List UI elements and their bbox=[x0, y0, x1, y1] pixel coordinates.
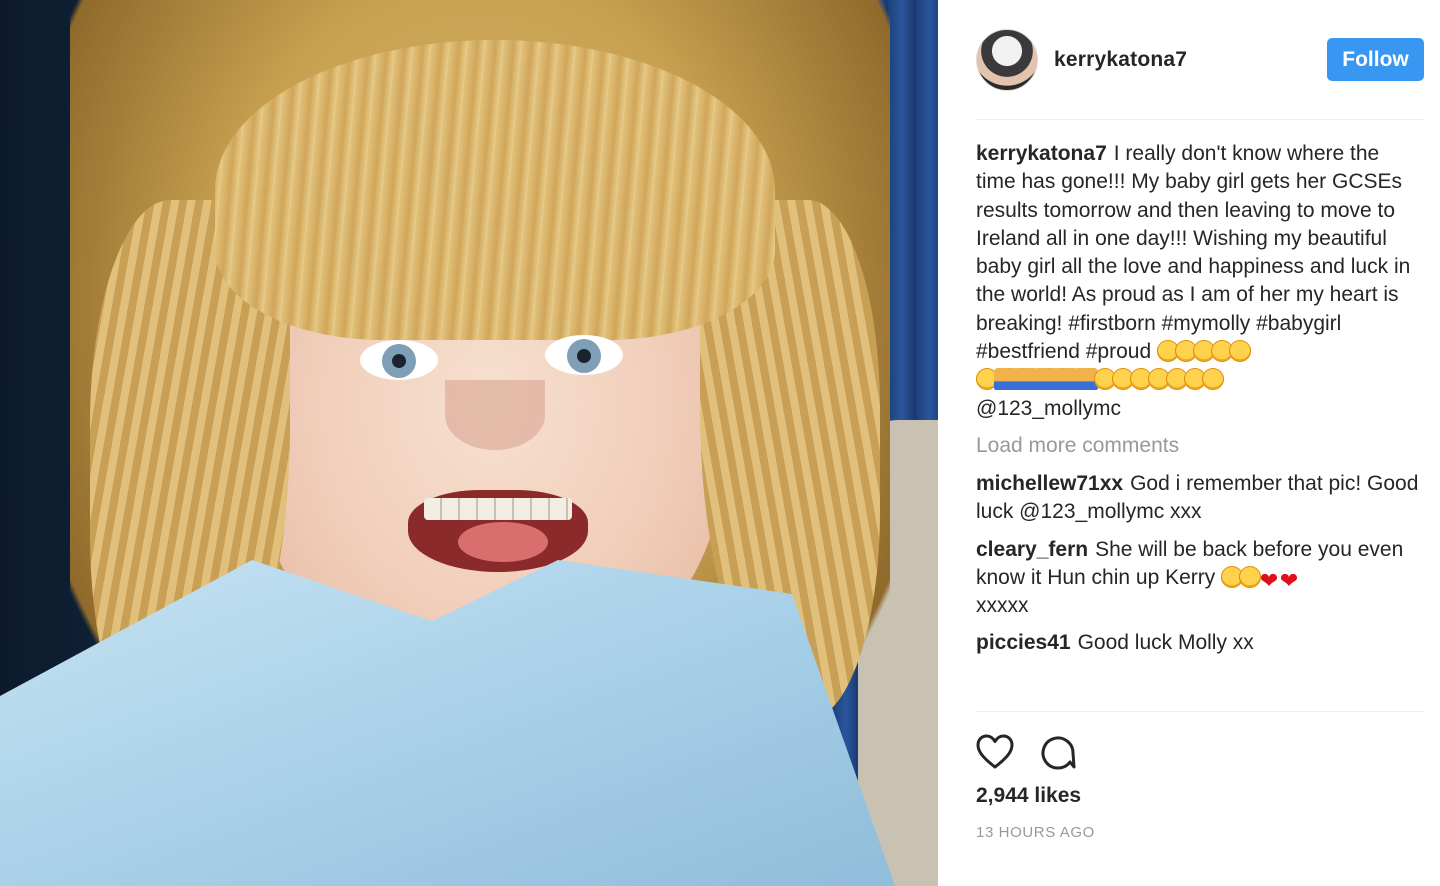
comment: piccies41 Good luck Molly xx bbox=[976, 629, 1424, 657]
comment: michellew71xx God i remember that pic! Go… bbox=[976, 470, 1424, 527]
author-username[interactable]: kerrykatona7 bbox=[1054, 48, 1187, 72]
post-sidebar: kerrykatona7 Follow kerrykatona7 I really… bbox=[938, 0, 1440, 886]
caption-username[interactable]: kerrykatona7 bbox=[976, 142, 1107, 165]
kiss-emoji-icon bbox=[1228, 340, 1251, 363]
like-count[interactable]: 2,944 likes bbox=[976, 784, 1424, 808]
child-nose bbox=[445, 380, 545, 450]
speech-bubble-icon[interactable] bbox=[1040, 734, 1076, 770]
comment-text: Good luck Molly xx bbox=[1077, 631, 1254, 655]
caption-emoji-line-1 bbox=[1156, 340, 1251, 363]
comment-username[interactable]: cleary_fern bbox=[976, 538, 1088, 561]
timestamp[interactable]: 13 HOURS AGO bbox=[976, 824, 1424, 841]
follow-button[interactable]: Follow bbox=[1327, 38, 1424, 81]
comment-text-tail: xxxxx bbox=[976, 594, 1029, 618]
caption-mention[interactable]: @123_mollymc bbox=[976, 397, 1121, 420]
author-avatar[interactable] bbox=[976, 28, 1038, 91]
child-eye-right bbox=[545, 335, 623, 375]
comment-emojis: ❤❤ bbox=[1221, 565, 1298, 591]
child-eye-left bbox=[360, 340, 438, 380]
caption: kerrykatona7 I really don't know where th… bbox=[976, 140, 1424, 423]
comment: cleary_fern She will be back before you e… bbox=[976, 536, 1424, 621]
heart-outline-icon[interactable] bbox=[976, 734, 1014, 770]
comments-list[interactable]: kerrykatona7 I really don't know where th… bbox=[976, 140, 1424, 712]
comment-cut-off bbox=[976, 667, 1424, 677]
comment-username[interactable]: piccies41 bbox=[976, 631, 1071, 654]
kiss-emoji-icon bbox=[1202, 368, 1224, 391]
post-header: kerrykatona7 Follow bbox=[976, 0, 1424, 120]
caption-emoji-line-2 bbox=[976, 368, 1224, 391]
heart-emoji-icon: ❤ bbox=[1279, 567, 1299, 593]
caption-text: I really don't know where the time has g… bbox=[976, 142, 1411, 364]
load-more-comments[interactable]: Load more comments bbox=[976, 434, 1424, 458]
post-photo[interactable] bbox=[0, 0, 938, 886]
child-bangs bbox=[215, 40, 775, 340]
child-mouth bbox=[408, 490, 588, 572]
comment-username[interactable]: michellew71xx bbox=[976, 472, 1123, 495]
action-bar bbox=[976, 732, 1424, 772]
instagram-post: kerrykatona7 Follow kerrykatona7 I really… bbox=[0, 0, 1440, 886]
